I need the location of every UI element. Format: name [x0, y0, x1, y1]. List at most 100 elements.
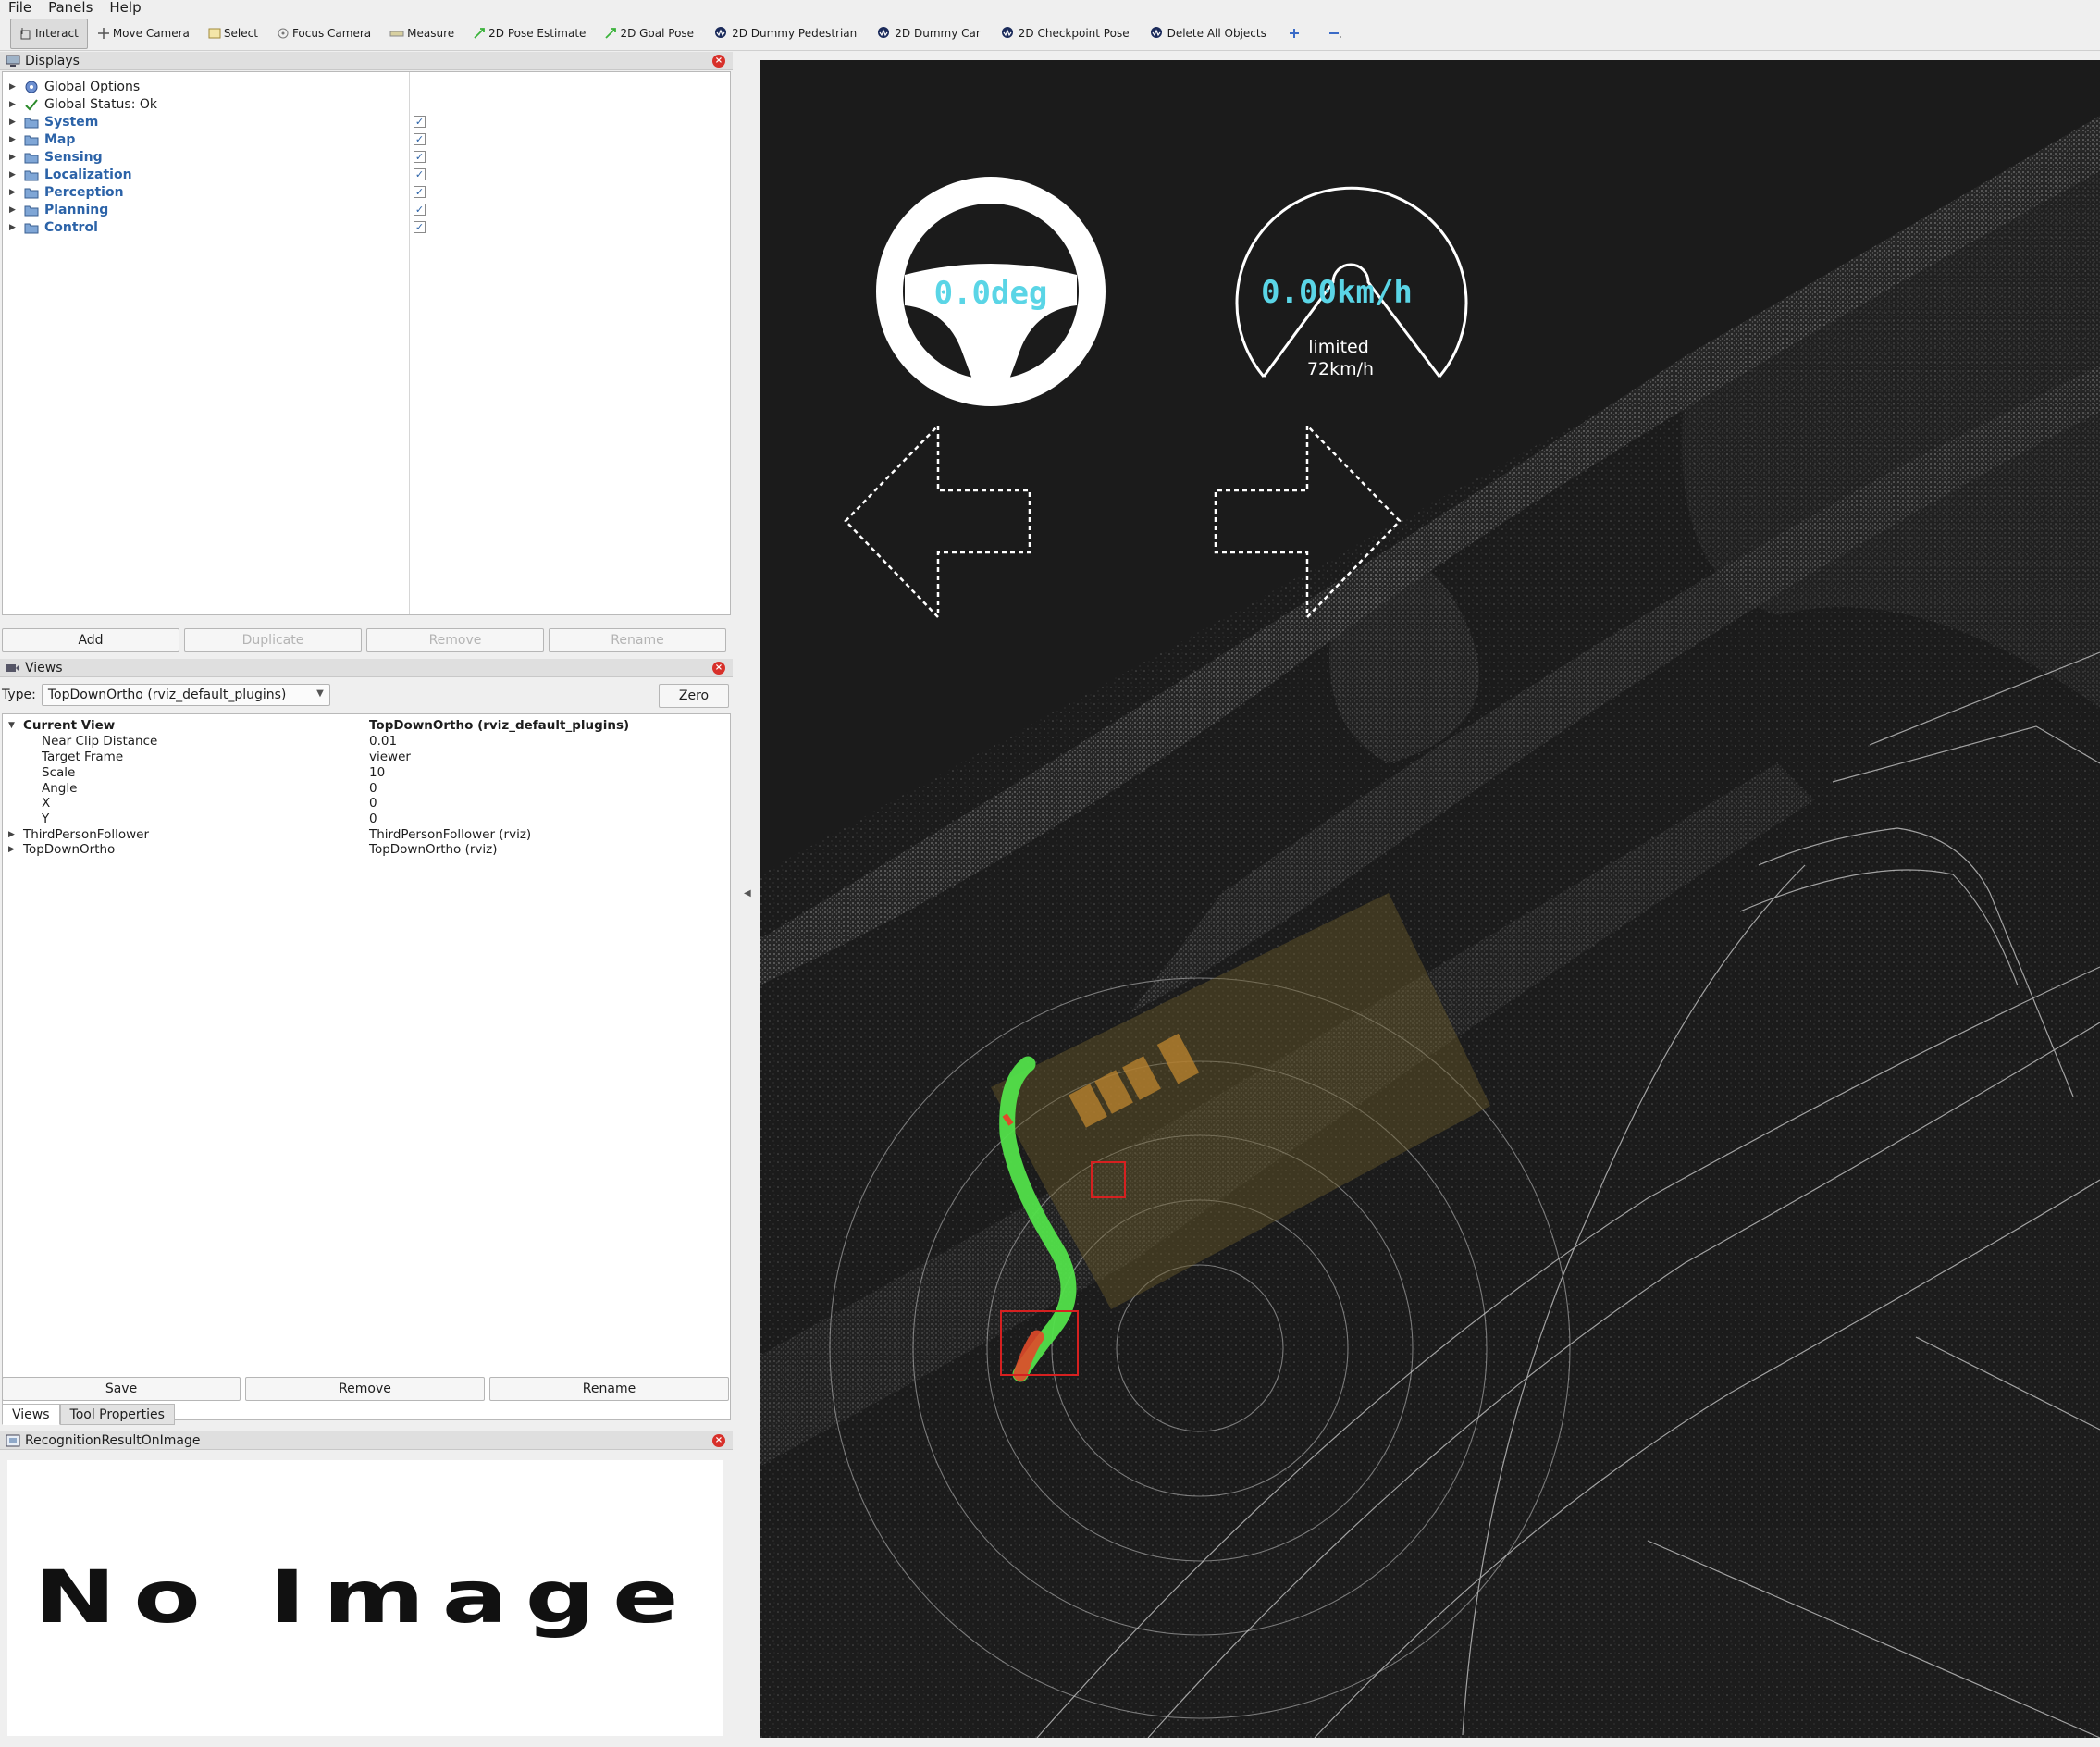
scene-canvas[interactable]: 0.0deg 0.00km/h limited 72km/h — [760, 60, 2100, 1738]
tree-item-map[interactable]: ▶ Map — [3, 130, 75, 148]
close-icon[interactable]: × — [712, 662, 725, 675]
collapse-arrow-icon[interactable]: ▼ — [8, 721, 15, 730]
toolbar: Interact Move Camera Select Focus Camera… — [0, 17, 2100, 51]
tree-item-sensing[interactable]: ▶ Sensing — [3, 148, 103, 166]
tree-item-planning[interactable]: ▶ Planning — [3, 201, 108, 218]
saved-view-row[interactable]: ▶ TopDownOrtho TopDownOrtho (rviz) — [3, 841, 730, 857]
focus-camera-tool[interactable]: Focus Camera — [267, 19, 380, 49]
interact-label: Interact — [35, 27, 79, 40]
remove-tool-button[interactable] — [1316, 19, 1357, 49]
close-icon[interactable]: × — [712, 1434, 725, 1447]
move-camera-tool[interactable]: Move Camera — [88, 19, 199, 49]
folder-icon — [24, 223, 39, 233]
menu-help[interactable]: Help — [101, 0, 149, 16]
tree-item-perception[interactable]: ▶ Perception — [3, 183, 124, 201]
expand-arrow-icon[interactable]: ▶ — [8, 845, 15, 854]
expand-arrow-icon[interactable]: ▶ — [8, 830, 15, 839]
tab-tool-properties[interactable]: Tool Properties — [59, 1404, 175, 1425]
menu-panels[interactable]: Panels — [40, 0, 101, 16]
planning-checkbox[interactable]: ✓ — [414, 204, 426, 216]
tree-item-global-options[interactable]: ▶ Global Options — [3, 78, 140, 95]
expand-arrow-icon[interactable]: ▶ — [9, 153, 19, 162]
zero-button[interactable]: Zero — [659, 684, 729, 708]
tree-item-control[interactable]: ▶ Control — [3, 218, 98, 236]
add-display-button[interactable]: Add — [2, 628, 179, 652]
select-tool[interactable]: Select — [199, 19, 267, 49]
system-checkbox[interactable]: ✓ — [414, 116, 426, 128]
displays-button-row: Add Duplicate Remove Rename — [2, 628, 726, 652]
expand-arrow-icon[interactable]: ▶ — [9, 205, 19, 215]
tab-views[interactable]: Views — [2, 1404, 60, 1425]
rename-display-button[interactable]: Rename — [549, 628, 726, 652]
property-value[interactable]: 0 — [369, 796, 377, 811]
tree-item-localization[interactable]: ▶ Localization — [3, 166, 132, 183]
menu-file[interactable]: File — [0, 0, 40, 16]
displays-title: Displays — [25, 53, 80, 68]
tree-item-system[interactable]: ▶ System — [3, 113, 98, 130]
property-key: TopDownOrtho — [23, 841, 116, 857]
property-row[interactable]: Target Frame viewer — [3, 749, 730, 764]
property-value[interactable]: 0 — [369, 781, 377, 796]
pose-estimate-label: 2D Pose Estimate — [488, 27, 587, 40]
dummy-pedestrian-tool[interactable]: 2D Dummy Pedestrian — [703, 19, 866, 49]
pose-estimate-tool[interactable]: 2D Pose Estimate — [463, 19, 595, 49]
expand-arrow-icon[interactable]: ▶ — [9, 188, 19, 197]
save-view-button[interactable]: Save — [2, 1377, 241, 1401]
folder-label: Perception — [44, 184, 124, 200]
property-value[interactable]: 0.01 — [369, 734, 397, 749]
perception-checkbox[interactable]: ✓ — [414, 186, 426, 198]
saved-view-row[interactable]: ▶ ThirdPersonFollower ThirdPersonFollowe… — [3, 826, 730, 842]
delete-all-label: Delete All Objects — [1167, 27, 1266, 40]
camera-icon — [6, 663, 19, 672]
delete-all-objects-tool[interactable]: Delete All Objects — [1139, 19, 1276, 49]
rename-view-button[interactable]: Rename — [489, 1377, 729, 1401]
expand-arrow-icon[interactable]: ▶ — [9, 100, 19, 109]
current-view-row[interactable]: ▼ Current View TopDownOrtho (rviz_defaul… — [3, 717, 730, 733]
property-row[interactable]: Near Clip Distance 0.01 — [3, 733, 730, 749]
view-type-select[interactable]: TopDownOrtho (rviz_default_plugins) ▼ — [41, 684, 330, 706]
interact-tool[interactable]: Interact — [10, 18, 88, 49]
property-row[interactable]: X 0 — [3, 795, 730, 811]
expand-arrow-icon[interactable]: ▶ — [9, 223, 19, 232]
speed-limit-value: 72km/h — [1307, 359, 1374, 379]
close-icon[interactable]: × — [712, 55, 725, 68]
property-row[interactable]: Y 0 — [3, 811, 730, 826]
property-value[interactable]: 10 — [369, 765, 385, 780]
duplicate-display-button[interactable]: Duplicate — [184, 628, 362, 652]
expand-arrow-icon[interactable]: ▶ — [9, 118, 19, 127]
add-tool-button[interactable] — [1276, 19, 1316, 49]
dock-splitter[interactable]: ◀ — [734, 51, 760, 1747]
focus-icon — [278, 28, 289, 39]
property-value[interactable]: 0 — [369, 812, 377, 826]
map-checkbox[interactable]: ✓ — [414, 133, 426, 145]
expand-arrow-icon[interactable]: ▶ — [9, 82, 19, 92]
property-value: TopDownOrtho (rviz_default_plugins) — [369, 717, 630, 733]
remove-display-button[interactable]: Remove — [366, 628, 544, 652]
steering-wheel-hud: 0.0deg — [876, 177, 1106, 406]
select-label: Select — [223, 27, 258, 40]
control-checkbox[interactable]: ✓ — [414, 221, 426, 233]
3d-viewport[interactable]: 0.0deg 0.00km/h limited 72km/h — [760, 60, 2100, 1738]
speed-value: 0.00km/h — [1261, 274, 1413, 311]
dock-tabs: Views Tool Properties — [2, 1404, 175, 1425]
dummy-car-tool[interactable]: 2D Dummy Car — [866, 19, 990, 49]
goal-pose-tool[interactable]: 2D Goal Pose — [595, 19, 703, 49]
property-value[interactable]: viewer — [369, 750, 411, 764]
cursor-icon — [20, 28, 31, 40]
autoware-logo-icon — [878, 27, 890, 38]
localization-checkbox[interactable]: ✓ — [414, 168, 426, 180]
expand-arrow-icon[interactable]: ▶ — [9, 170, 19, 180]
property-row[interactable]: Scale 10 — [3, 764, 730, 780]
measure-tool[interactable]: Measure — [380, 19, 463, 49]
property-key: X — [42, 795, 51, 811]
sensing-checkbox[interactable]: ✓ — [414, 151, 426, 163]
property-row[interactable]: Angle 0 — [3, 780, 730, 796]
expand-arrow-icon[interactable]: ▶ — [9, 135, 19, 144]
tree-item-global-status[interactable]: ▶ Global Status: Ok — [3, 95, 157, 113]
remove-view-button[interactable]: Remove — [245, 1377, 485, 1401]
checkpoint-pose-tool[interactable]: 2D Checkpoint Pose — [990, 19, 1139, 49]
goal-pose-label: 2D Goal Pose — [620, 27, 695, 40]
property-key: Current View — [23, 717, 116, 733]
green-arrow-icon — [474, 28, 486, 39]
collapse-left-icon[interactable]: ◀ — [744, 888, 751, 898]
